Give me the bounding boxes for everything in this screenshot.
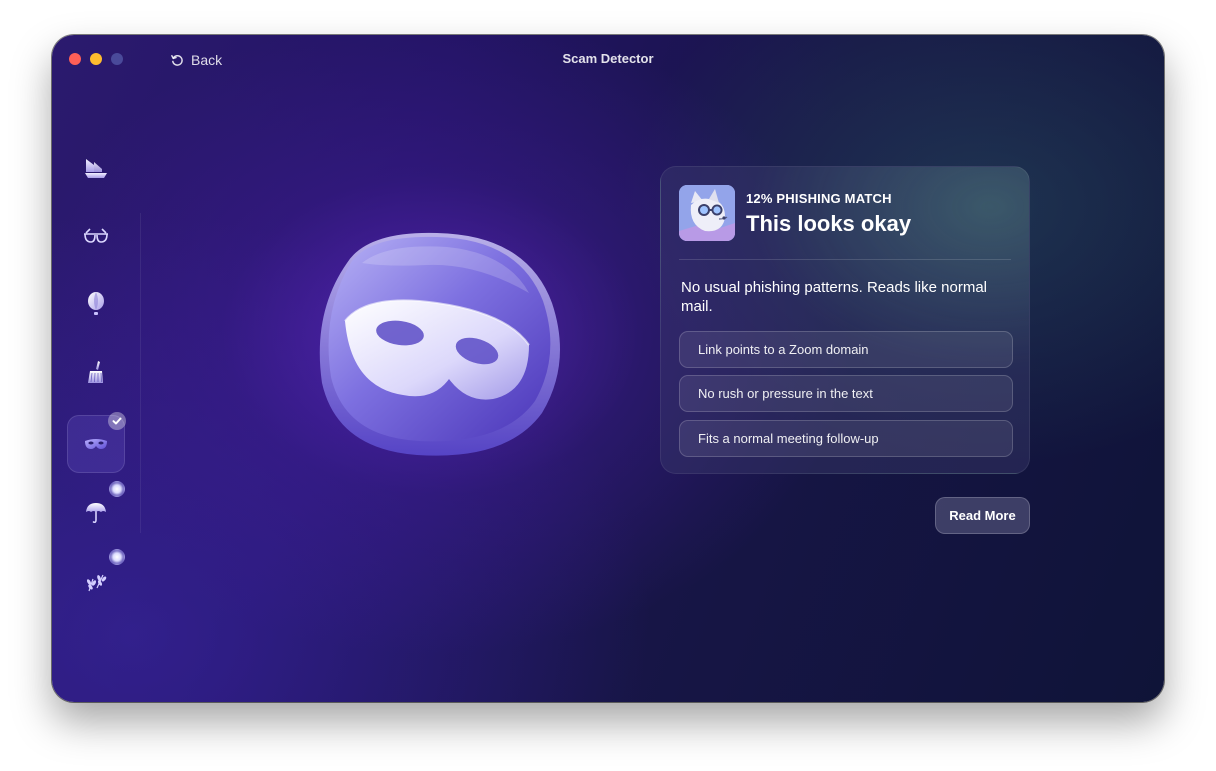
mask-icon [85,439,107,449]
sidebar-item-maintenance[interactable] [67,343,125,401]
scam-detector-hero-illustration [307,223,577,463]
phishing-match-label: 12% PHISHING MATCH [746,191,892,206]
glasses-icon [84,228,108,243]
broom-icon [88,361,103,383]
scan-result-card: 12% PHISHING MATCH This looks okay No us… [660,166,1030,474]
cat-mascot-avatar [679,185,735,241]
sidebar-item-protection[interactable] [67,481,125,541]
reason-item: Link points to a Zoom domain [679,331,1013,368]
sidebar-item-applications[interactable] [67,549,125,609]
sidebar-item-speed[interactable] [67,275,125,333]
reason-item: Fits a normal meeting follow-up [679,420,1013,457]
cat-with-goggles-icon [679,185,735,241]
window-title: Scam Detector [562,51,654,66]
result-description: No usual phishing patterns. Reads like n… [681,279,987,315]
read-more-button[interactable]: Read More [935,497,1030,534]
completed-check-badge [108,412,126,430]
app-window: Back Scam Detector 12% PHISHING MATCH Th… [52,35,1164,702]
checkmark-icon [112,417,122,425]
umbrella-icon [86,503,106,524]
ship-icon [85,159,107,178]
sidebar-divider [140,213,141,533]
sidebar-item-cleanup[interactable] [67,139,125,197]
result-title: This looks okay [746,211,912,236]
card-divider [679,259,1011,260]
pending-status-dot [109,549,125,565]
sidebar-item-privacy[interactable] [67,207,125,265]
reason-item: No rush or pressure in the text [679,375,1013,412]
pending-status-dot [109,481,125,497]
mask-hero-icon [319,232,560,456]
balloon-icon [88,292,104,315]
branches-icon [86,574,107,592]
sidebar-item-scam-detector[interactable] [67,412,126,473]
